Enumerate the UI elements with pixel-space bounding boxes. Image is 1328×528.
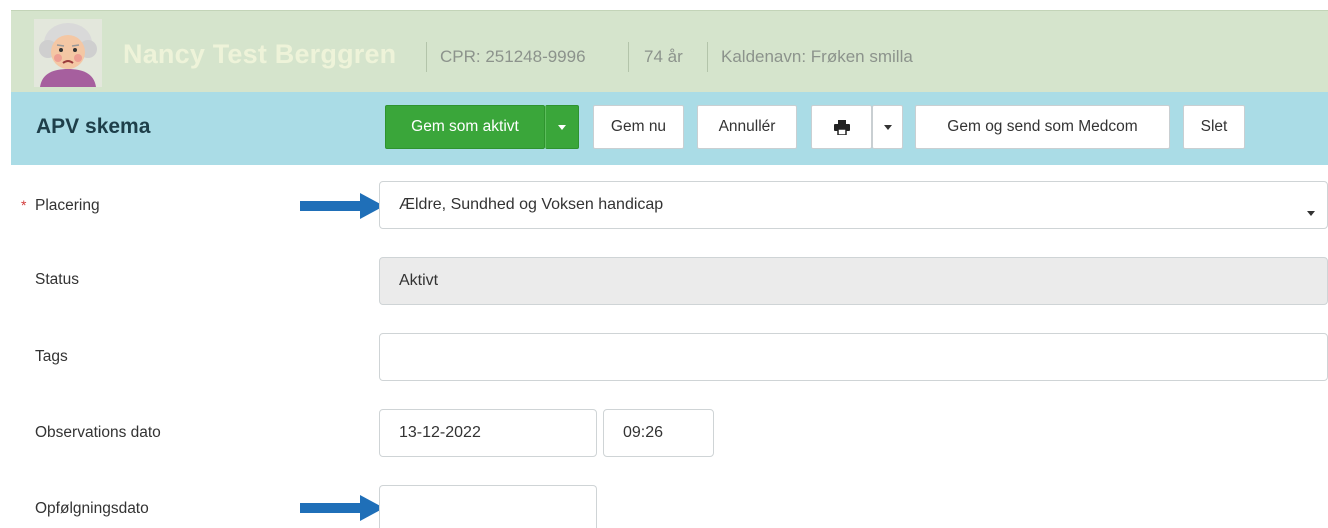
save-active-button[interactable]: Gem som aktivt: [385, 105, 545, 149]
save-active-dropdown-button[interactable]: [545, 105, 579, 149]
required-marker: *: [21, 197, 27, 213]
status-label: Status: [35, 271, 79, 288]
printer-icon: [833, 119, 850, 135]
patient-cpr: CPR: 251248-9996: [440, 47, 586, 66]
tags-label: Tags: [35, 348, 68, 365]
patient-name: Nancy Test Berggren: [123, 39, 397, 69]
save-send-medcom-button[interactable]: Gem og send som Medcom: [915, 105, 1170, 149]
header-divider: [707, 42, 708, 72]
arrow-right-icon: [300, 495, 384, 521]
placering-select[interactable]: Ældre, Sundhed og Voksen handicap: [379, 181, 1328, 229]
status-field: Aktivt: [379, 257, 1328, 305]
tags-input[interactable]: [379, 333, 1328, 381]
save-now-button[interactable]: Gem nu: [593, 105, 684, 149]
cancel-button[interactable]: Annullér: [697, 105, 797, 149]
header-divider: [628, 42, 629, 72]
patient-header: Nancy Test Berggren CPR: 251248-9996 74 …: [11, 10, 1328, 93]
followup-date-input[interactable]: [379, 485, 597, 528]
observation-time-input[interactable]: 09:26: [603, 409, 714, 457]
page: Nancy Test Berggren CPR: 251248-9996 74 …: [0, 0, 1328, 528]
patient-nickname: Kaldenavn: Frøken smilla: [721, 47, 913, 66]
form-toolbar: APV skema Gem som aktivt Gem nu Annullér…: [11, 92, 1328, 165]
patient-avatar[interactable]: [34, 19, 102, 87]
arrow-right-icon: [300, 193, 384, 219]
page-title: APV skema: [36, 115, 151, 138]
placering-value: Ældre, Sundhed og Voksen handicap: [399, 196, 664, 213]
delete-button[interactable]: Slet: [1183, 105, 1245, 149]
placering-label: Placering: [35, 197, 100, 214]
followup-date-label: Opfølgningsdato: [35, 500, 149, 517]
header-divider: [426, 42, 427, 72]
elderly-woman-avatar-icon: [34, 19, 102, 87]
print-dropdown-button[interactable]: [872, 105, 903, 149]
status-value: Aktivt: [399, 272, 439, 289]
patient-age: 74 år: [644, 47, 683, 66]
chevron-down-icon: [558, 124, 566, 130]
chevron-down-icon: [883, 124, 892, 130]
chevron-down-icon: [1307, 203, 1315, 221]
observation-date-label: Observations dato: [35, 424, 161, 441]
observation-date-input[interactable]: 13-12-2022: [379, 409, 597, 457]
print-button[interactable]: [811, 105, 872, 149]
